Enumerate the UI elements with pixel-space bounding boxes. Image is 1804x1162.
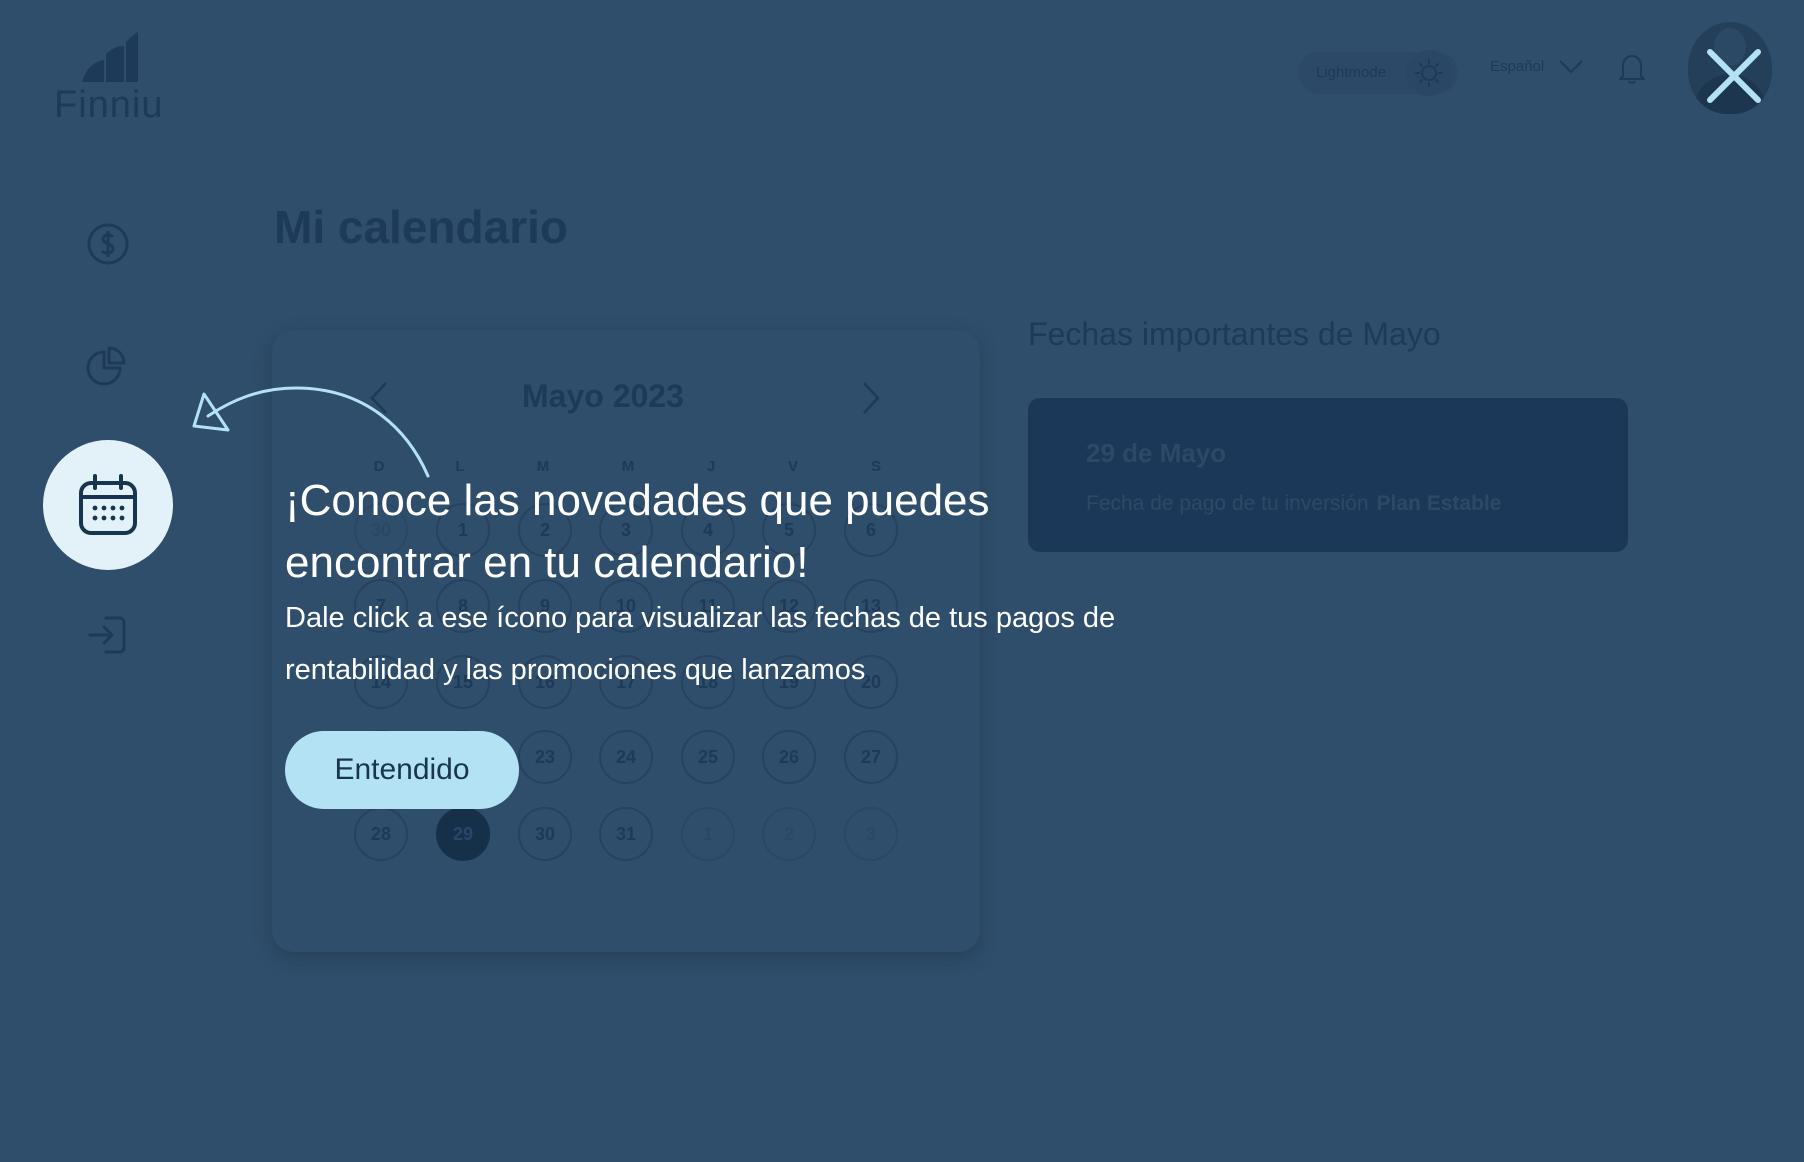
pointer-arrow-icon [192, 386, 430, 478]
tour-description: Dale click a ese ícono para visualizar l… [285, 602, 1116, 686]
close-icon[interactable] [1704, 46, 1764, 106]
calendar-nav-spotlight[interactable] [43, 440, 173, 570]
tour-title: ¡Conoce las novedades que puedes encontr… [285, 476, 990, 587]
calendar-icon [79, 474, 137, 535]
tour-overlay: ¡Conoce las novedades que puedes encontr… [0, 0, 1804, 1162]
entendido-button[interactable]: Entendido [285, 731, 519, 809]
